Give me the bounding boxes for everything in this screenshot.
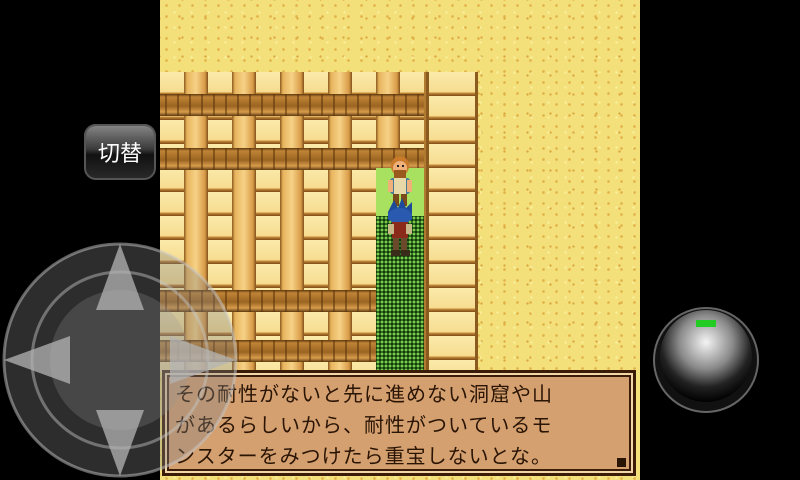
- dialog-text: その耐性がないと先に進めない洞窟や山 があるらしいから、耐性がついているモ ンス…: [175, 382, 553, 468]
- dialog-advance-icon: [617, 458, 626, 467]
- toggle-button[interactable]: 切替: [84, 124, 156, 180]
- action-button-indicator-icon: [696, 320, 716, 327]
- hero-sprite: [388, 198, 412, 256]
- building-right-wall: [426, 72, 478, 372]
- action-button[interactable]: [652, 306, 760, 414]
- dpad[interactable]: [0, 240, 240, 480]
